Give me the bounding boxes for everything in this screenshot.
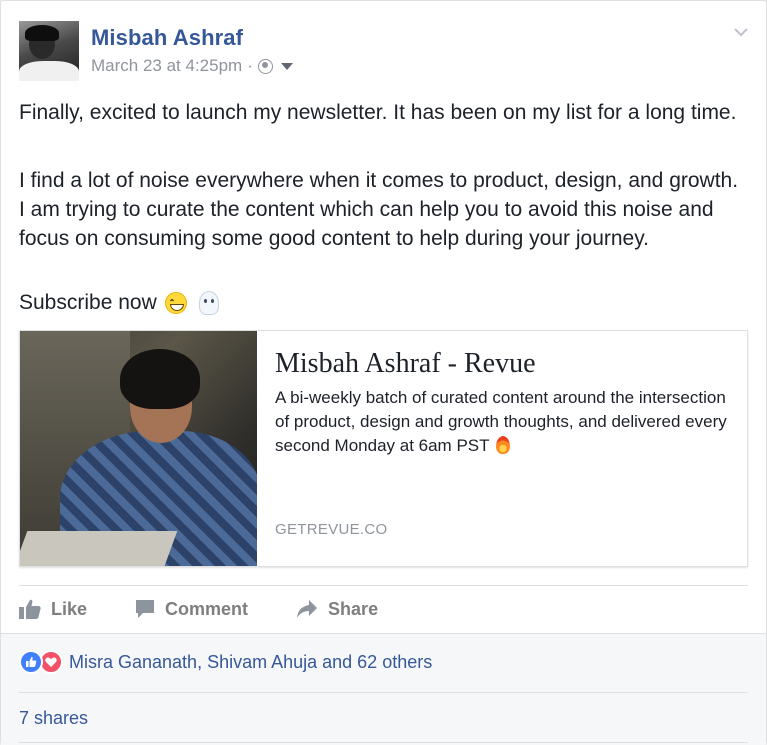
- chevron-down-icon[interactable]: [734, 25, 748, 39]
- post-paragraph-3: Subscribe now: [19, 288, 739, 317]
- shares-link[interactable]: 7 shares: [19, 708, 88, 729]
- post-meta: March 23 at 4:25pm ·: [91, 56, 293, 76]
- meta-separator: ·: [247, 56, 253, 75]
- globe-icon[interactable]: [257, 58, 273, 74]
- link-preview-description: A bi-weekly batch of curated content aro…: [275, 386, 735, 458]
- post-paragraph-1: Finally, excited to launch my newsletter…: [19, 101, 737, 124]
- like-label: Like: [51, 598, 88, 619]
- audience-dropdown-icon[interactable]: [280, 62, 293, 70]
- fire-icon: [495, 436, 510, 454]
- author-name[interactable]: Misbah Ashraf: [91, 25, 243, 51]
- share-label: Share: [328, 598, 379, 619]
- link-preview-title: Misbah Ashraf - Revue: [275, 348, 536, 379]
- reactors-link[interactable]: Misra Gananath, Shivam Ahuja and 62 othe…: [69, 652, 432, 673]
- share-arrow-icon: [297, 600, 318, 618]
- post-footer: Misra Gananath, Shivam Ahuja and 62 othe…: [1, 633, 766, 745]
- link-preview-image: [20, 331, 257, 566]
- share-button[interactable]: Share: [296, 599, 378, 620]
- comment-label: Comment: [165, 598, 249, 619]
- author-avatar[interactable]: [19, 21, 79, 81]
- divider: [19, 585, 748, 586]
- like-button[interactable]: Like: [19, 599, 87, 620]
- facebook-post: Misbah Ashraf March 23 at 4:25pm · Final…: [0, 0, 767, 745]
- divider: [19, 742, 748, 743]
- subscribe-text: Subscribe now: [19, 291, 157, 314]
- like-reaction-icon: [19, 650, 43, 674]
- ghost-icon: [198, 290, 219, 315]
- post-paragraph-2: I find a lot of noise everywhere when it…: [19, 169, 739, 250]
- link-preview-domain: GETREVUE.CO: [275, 521, 388, 538]
- reactions-summary[interactable]: Misra Gananath, Shivam Ahuja and 62 othe…: [19, 650, 432, 674]
- post-actions-bar: Like Comment Share: [19, 595, 426, 623]
- divider: [19, 692, 748, 693]
- comment-icon: [136, 600, 155, 618]
- link-preview-card[interactable]: Misbah Ashraf - Revue A bi-weekly batch …: [19, 330, 748, 567]
- thumbs-up-icon: [19, 599, 41, 619]
- comment-button[interactable]: Comment: [135, 599, 248, 620]
- grinning-face-icon: [164, 291, 187, 314]
- post-timestamp[interactable]: March 23 at 4:25pm: [91, 56, 242, 76]
